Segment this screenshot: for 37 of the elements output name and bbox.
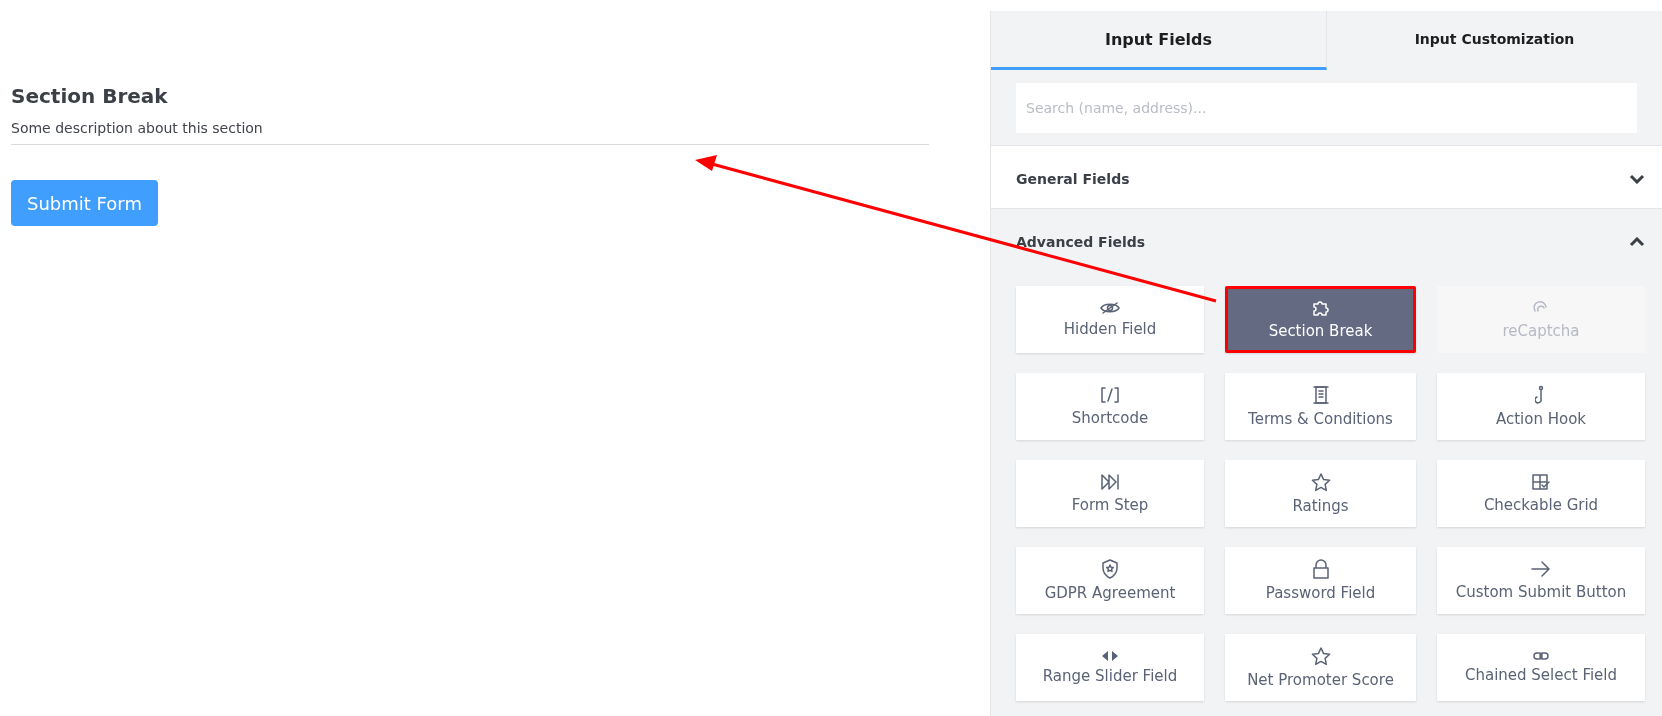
star-icon (1310, 646, 1331, 666)
star-icon (1310, 472, 1331, 492)
field-card[interactable]: Terms & Conditions (1225, 373, 1416, 440)
lock-icon (1311, 559, 1330, 579)
eye-slash-icon (1100, 301, 1120, 315)
field-card: reCaptcha (1437, 286, 1645, 353)
field-card[interactable]: Action Hook (1437, 373, 1645, 440)
field-card[interactable]: Section Break (1225, 286, 1416, 353)
field-card[interactable]: Form Step (1016, 460, 1204, 527)
shield-star-icon (1101, 559, 1119, 579)
field-card[interactable]: Shortcode (1016, 373, 1204, 440)
scroll-icon (1312, 385, 1329, 405)
field-card[interactable]: Checkable Grid (1437, 460, 1645, 527)
section-title: Section Break (11, 84, 169, 108)
fast-forward-icon (1100, 473, 1120, 491)
group-title: General Fields (1016, 171, 1130, 187)
field-card[interactable]: Hidden Field (1016, 286, 1204, 353)
field-card[interactable]: Net Promoter Score (1225, 634, 1416, 701)
grid-check-icon (1531, 473, 1551, 491)
field-card[interactable]: GDPR Agreement (1016, 547, 1204, 614)
field-card[interactable]: Custom Submit Button (1437, 547, 1645, 614)
chevron-down-icon (1629, 174, 1645, 184)
section-description: Some description about this section (11, 120, 264, 136)
accordion-header[interactable]: General Fields (991, 146, 1662, 209)
field-card[interactable]: Password Field (1225, 547, 1416, 614)
field-card[interactable]: Ratings (1225, 460, 1416, 527)
tab[interactable]: Input Fields (991, 11, 1327, 70)
chevron-up-icon (1629, 237, 1645, 247)
field-card[interactable]: Range Slider Field (1016, 634, 1204, 701)
group-title: Advanced Fields (1016, 234, 1146, 250)
arrow-right-icon (1530, 560, 1552, 578)
puzzle-piece-icon (1311, 299, 1330, 317)
field-card[interactable]: Chained Select Field (1437, 634, 1645, 701)
link-icon (1533, 651, 1549, 661)
left-right-triangles-icon (1101, 650, 1119, 662)
bracket-slash-icon (1100, 386, 1120, 404)
search-field[interactable]: Search (name, address)... (1016, 83, 1637, 133)
